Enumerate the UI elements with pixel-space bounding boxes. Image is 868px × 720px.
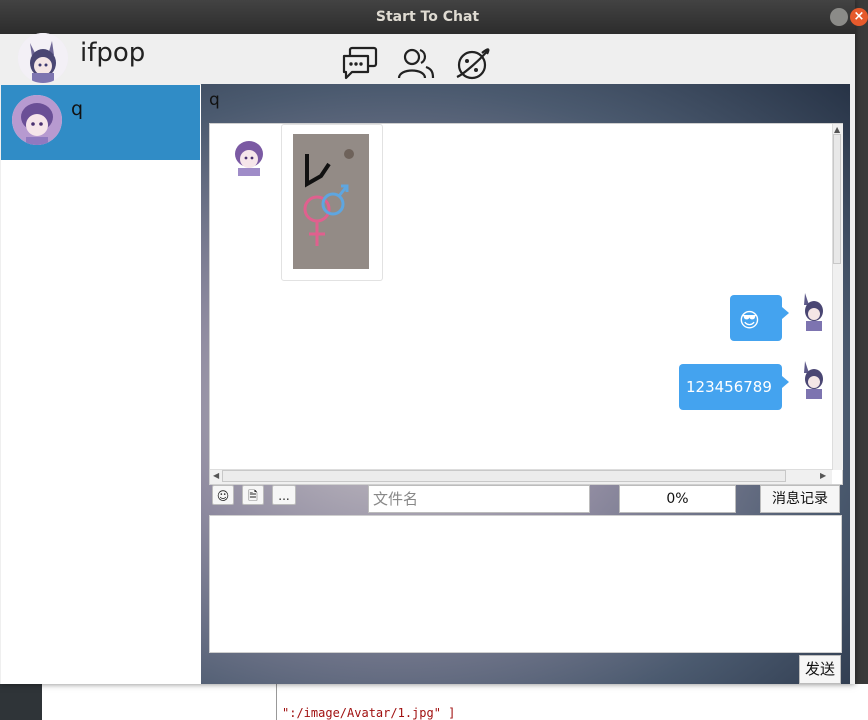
close-icon: × [853, 9, 865, 24]
chat-icon[interactable] [340, 44, 380, 84]
horizontal-scroll-thumb[interactable] [222, 470, 786, 482]
username: ifpop [80, 38, 146, 68]
message-text: 123456789 [686, 378, 772, 396]
scroll-left-icon[interactable]: ◀ [213, 471, 219, 480]
scroll-up-icon[interactable]: ▲ [834, 125, 840, 134]
minimize-button[interactable] [830, 8, 848, 26]
send-button[interactable]: 发送 [799, 655, 841, 684]
bubble-tail [782, 307, 789, 319]
user-avatar[interactable] [18, 33, 68, 83]
more-label: ... [278, 489, 290, 503]
chat-title: q [209, 90, 220, 110]
avatar-image [18, 33, 68, 83]
my-avatar [800, 359, 826, 399]
peer-avatar [228, 134, 270, 176]
smiley-icon: ☺ [216, 489, 230, 503]
message-photo[interactable] [293, 134, 369, 269]
file-name-input[interactable] [368, 485, 590, 513]
contact-avatar [12, 95, 62, 145]
file-button[interactable]: 🗎 [242, 485, 264, 505]
more-button[interactable]: ... [272, 485, 296, 505]
emoji-message[interactable]: 😎 [730, 295, 789, 341]
emoji-sunglasses-icon: 😎 [739, 308, 760, 332]
history-button[interactable]: 消息记录 [760, 485, 840, 513]
editor-code-line: ":/image/Avatar/1.jpg" ] [282, 706, 456, 720]
window-title: Start To Chat [0, 0, 855, 34]
close-button[interactable]: × [850, 8, 868, 26]
background-editor: ":/image/Avatar/1.jpg" ] [0, 684, 868, 720]
upload-progress: 0% [619, 485, 736, 513]
contact-list [1, 85, 202, 684]
editor-sidebar [0, 684, 42, 720]
my-avatar [800, 291, 826, 331]
contacts-icon[interactable] [396, 44, 436, 84]
planet-icon[interactable] [452, 44, 492, 84]
scroll-right-icon[interactable]: ▶ [820, 471, 826, 480]
editor-divider [276, 684, 277, 720]
bubble-tail [782, 376, 789, 388]
emoji-button[interactable]: ☺ [212, 485, 234, 505]
vertical-scroll-thumb[interactable] [833, 134, 841, 264]
contact-name: q [71, 98, 84, 120]
message-input[interactable] [209, 515, 842, 653]
document-icon: 🗎 [248, 489, 258, 503]
text-message[interactable]: 123456789 [679, 364, 789, 410]
